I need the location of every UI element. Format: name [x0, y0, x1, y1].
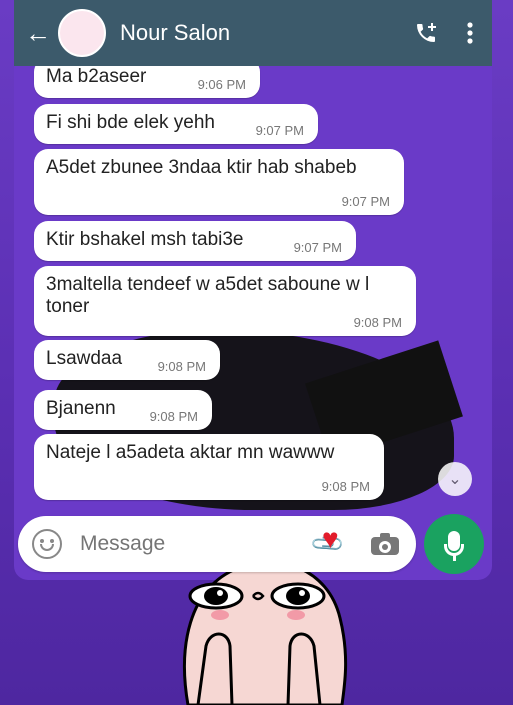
chat-header: ← Nour Salon: [14, 0, 492, 66]
message-text: Bjanenn: [46, 398, 116, 419]
message-input[interactable]: [78, 531, 282, 557]
chat-screen: ← Nour Salon Ma b2aseer 9:06 PM Fi shi b…: [14, 0, 492, 580]
back-arrow-icon[interactable]: ←: [18, 0, 58, 66]
message-text: 3maltella tendeef w a5det saboune w l to…: [46, 274, 370, 317]
message-time: 9:07 PM: [341, 194, 390, 209]
scroll-down-icon[interactable]: ⌄: [438, 462, 472, 496]
message-bubble[interactable]: Ktir bshakel msh tabi3e 9:07 PM: [34, 221, 356, 261]
message-time: 9:07 PM: [255, 123, 304, 138]
more-options-icon[interactable]: [448, 0, 492, 66]
add-call-icon[interactable]: [404, 0, 448, 66]
message-bubble[interactable]: Lsawdaa 9:08 PM: [34, 340, 220, 380]
message-text: Lsawdaa: [46, 348, 123, 369]
message-time: 9:08 PM: [157, 359, 206, 374]
message-bubble[interactable]: 3maltella tendeef w a5det saboune w l to…: [34, 266, 416, 336]
message-text: Fi shi bde elek yehh: [46, 112, 215, 133]
message-text: A5det zbunee 3ndaa ktir hab shabeb: [46, 157, 357, 178]
contact-name[interactable]: Nour Salon: [120, 20, 404, 46]
message-text: Ma b2aseer: [46, 66, 147, 87]
attach-icon[interactable]: 📎 ♥: [309, 523, 346, 562]
message-time: 9:07 PM: [293, 240, 342, 255]
message-time: 9:08 PM: [321, 479, 370, 494]
message-time: 9:06 PM: [197, 77, 246, 92]
avatar[interactable]: [58, 9, 106, 57]
message-text: Nateje l a5adeta aktar mn wawww: [46, 442, 335, 463]
message-bubble[interactable]: Fi shi bde elek yehh 9:07 PM: [34, 104, 318, 144]
emoji-icon[interactable]: [32, 529, 62, 559]
message-time: 9:08 PM: [149, 409, 198, 424]
message-composer: 📎 ♥: [18, 516, 416, 572]
message-bubble[interactable]: Bjanenn 9:08 PM: [34, 390, 212, 430]
message-bubble[interactable]: Nateje l a5adeta aktar mn wawww 9:08 PM: [34, 434, 384, 500]
message-bubble[interactable]: A5det zbunee 3ndaa ktir hab shabeb 9:07 …: [34, 149, 404, 215]
heart-icon: ♥: [322, 523, 339, 554]
camera-icon[interactable]: [371, 533, 400, 555]
message-time: 9:08 PM: [353, 315, 402, 330]
mic-button[interactable]: [424, 514, 484, 574]
message-text: Ktir bshakel msh tabi3e: [46, 229, 244, 250]
